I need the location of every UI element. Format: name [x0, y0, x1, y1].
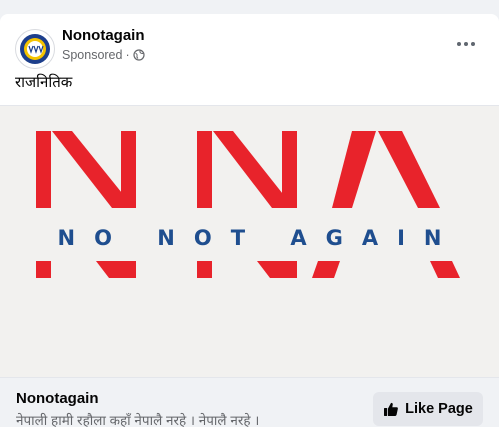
page-avatar[interactable] — [15, 29, 55, 69]
ad-tagline: NO NOT AGAIN — [57, 226, 461, 250]
like-page-label: Like Page — [405, 401, 473, 417]
logo-letters-top — [36, 131, 440, 208]
ad-image[interactable]: NO NOT AGAIN — [0, 105, 499, 378]
thumbs-up-icon — [384, 402, 399, 416]
like-page-button[interactable]: Like Page — [373, 392, 483, 426]
sponsored-post-card: Nonotagain Sponsored · राजनितिक NO NOT A… — [0, 14, 499, 427]
page-name[interactable]: Nonotagain — [62, 27, 145, 44]
sponsored-label[interactable]: Sponsored — [62, 48, 122, 62]
logo-letters-bottom — [36, 261, 460, 278]
post-caption: राजनितिक — [15, 74, 73, 91]
page-footer: Nonotagain नेपाली हामी रहौला कहाँ नेपालै… — [0, 378, 499, 427]
meta-separator: · — [125, 48, 130, 62]
globe-icon[interactable] — [133, 49, 145, 61]
post-header: Nonotagain Sponsored · — [0, 14, 499, 70]
more-options-icon[interactable] — [452, 36, 480, 52]
avatar-logo-icon — [17, 31, 53, 67]
post-meta: Sponsored · — [62, 48, 145, 62]
footer-description: नेपाली हामी रहौला कहाँ नेपालै नरहे । नेप… — [16, 413, 260, 427]
footer-page-name[interactable]: Nonotagain — [16, 390, 99, 407]
